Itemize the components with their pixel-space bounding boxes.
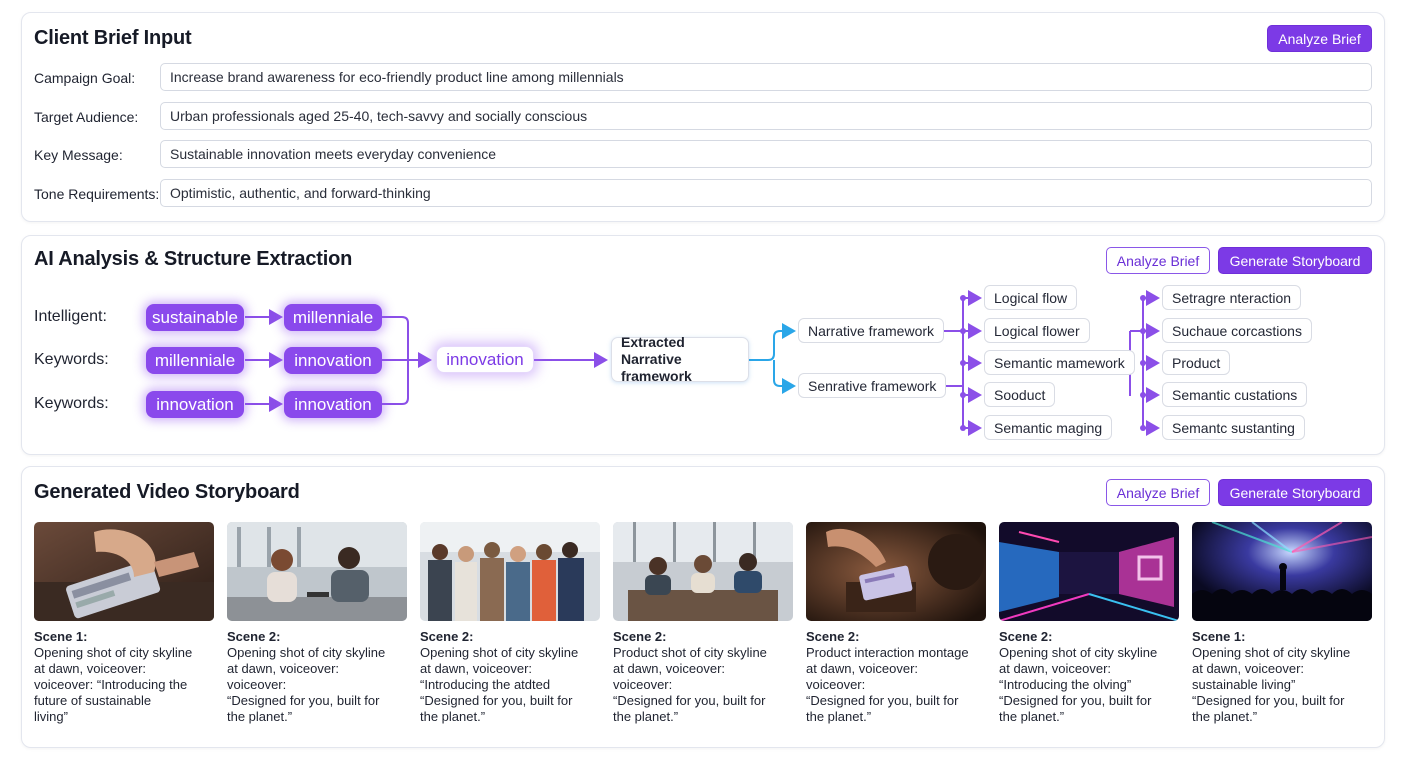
merged-keyword-pill[interactable]: innovation <box>436 346 534 373</box>
keywords-label: Keywords: <box>34 395 109 412</box>
tone-requirements-input[interactable]: Optimistic, authentic, and forward-think… <box>160 179 1372 207</box>
keywords-label: Keywords: <box>34 351 109 368</box>
keyword-pill[interactable]: innovation <box>284 347 382 374</box>
campaign-goal-input[interactable]: Increase brand awareness for eco-friendl… <box>160 63 1372 91</box>
scene-description-line: the planet.” <box>613 709 679 724</box>
tone-requirements-label: Tone Requirements: <box>34 186 160 202</box>
scene-description-line: at dawn, voiceover: <box>34 661 147 676</box>
scene-thumbnail-hand-product <box>34 522 214 621</box>
framework-node[interactable]: Narrative framework <box>798 318 945 343</box>
scene-description-line: at dawn, voiceover: <box>420 661 533 676</box>
scene-description-line: at dawn, voiceover: <box>1192 661 1305 676</box>
scene-description-line: the planet.” <box>806 709 872 724</box>
concept-node[interactable]: Sooduct <box>984 382 1056 407</box>
extracted-narrative-node[interactable]: Extracted Narrative framework <box>611 334 749 384</box>
generate-storyboard-button[interactable]: Generate Storyboard <box>1218 479 1372 506</box>
target-audience-input[interactable]: Urban professionals aged 25-40, tech-sav… <box>160 102 1372 130</box>
scene-description-line: “Designed for you, built for <box>1192 693 1345 708</box>
scene-title: Scene 2: <box>227 629 281 644</box>
scene-description-line: sustainable living” <box>1192 677 1296 692</box>
key-message-label: Key Message: <box>34 147 123 163</box>
target-audience-label: Target Audience: <box>34 109 139 125</box>
scene-thumbnail-office-meeting <box>613 522 793 621</box>
concept-node[interactable]: Semantic mamework <box>984 350 1135 375</box>
scene-description-line: the planet.” <box>999 709 1065 724</box>
scene-thumbnail-neon-stage <box>999 522 1179 621</box>
concept-node[interactable]: Setragre nteraction <box>1162 285 1302 310</box>
keyword-pill[interactable]: millenniale <box>284 304 382 331</box>
scene-description-line: at dawn, voiceover: <box>227 661 340 676</box>
scene-description-line: Opening shot of city skyline <box>420 645 579 660</box>
concept-node[interactable]: Logical flower <box>984 318 1090 343</box>
scene-description-line: “Designed for you, built for <box>420 693 573 708</box>
scene-description-line: “Introducing the atdted <box>420 677 551 692</box>
scene-title: Scene 2: <box>613 629 667 644</box>
scene-description-line: “Designed for you, built for <box>806 693 959 708</box>
scene-description-line: voiceover: “Introducing the <box>34 677 188 692</box>
scene-description-line: Opening shot of city skyline <box>1192 645 1351 660</box>
scene-description-line: Opening shot of city skyline <box>999 645 1158 660</box>
analyze-brief-button[interactable]: Analyze Brief <box>1106 479 1210 506</box>
scene-description-line: future of sustainable <box>34 693 152 708</box>
brief-title: Client Brief Input <box>34 27 192 49</box>
scene-description-line: voiceover: <box>806 677 866 692</box>
scene-description-line: voiceover: <box>227 677 287 692</box>
scene-description-line: Opening shot of city skyline <box>34 645 193 660</box>
scene-description-line: living” <box>34 709 68 724</box>
scene-title: Scene 2: <box>806 629 860 644</box>
key-message-input[interactable]: Sustainable innovation meets everyday co… <box>160 140 1372 168</box>
scene-description-line: at dawn, voiceover: <box>999 661 1112 676</box>
scene-card[interactable]: Scene 2: Opening shot of city skyline at… <box>999 522 1179 725</box>
scene-description-line: the planet.” <box>227 709 293 724</box>
scene-description-line: “Designed for you, built for <box>999 693 1152 708</box>
scene-description-line: the planet.” <box>1192 709 1258 724</box>
scene-description-line: “Designed for you, built for <box>227 693 380 708</box>
scene-title: Scene 2: <box>420 629 474 644</box>
concept-node[interactable]: Semantic maging <box>984 415 1113 440</box>
analyze-brief-button[interactable]: Analyze Brief <box>1267 25 1372 52</box>
scene-card[interactable]: Scene 1: Opening shot of city skyline at… <box>34 522 214 725</box>
storyboard-title: Generated Video Storyboard <box>34 481 300 503</box>
campaign-goal-label: Campaign Goal: <box>34 70 136 86</box>
scene-title: Scene 1: <box>34 629 88 644</box>
keyword-pill[interactable]: innovation <box>284 391 382 418</box>
scene-description-line: voiceover: <box>613 677 673 692</box>
scene-description-line: at dawn, voiceover: <box>613 661 726 676</box>
scene-card[interactable]: Scene 2: Opening shot of city skyline at… <box>420 522 600 725</box>
keyword-pill[interactable]: innovation <box>146 391 244 418</box>
scene-title: Scene 1: <box>1192 629 1246 644</box>
scene-thumbnail-concert-crowd <box>1192 522 1372 621</box>
intelligent-label: Intelligent: <box>34 308 107 325</box>
scene-card[interactable]: Scene 2: Product shot of city skyline at… <box>613 522 793 725</box>
scene-description-line: at dawn, voiceover: <box>806 661 919 676</box>
scene-description-line: the planet.” <box>420 709 486 724</box>
concept-node[interactable]: Suchaue corcastions <box>1162 318 1312 343</box>
keyword-pill[interactable]: sustainable <box>146 304 244 331</box>
concept-node[interactable]: Semantc sustanting <box>1162 415 1305 440</box>
scene-description-line: Product shot of city skyline <box>613 645 767 660</box>
scene-card[interactable]: Scene 2: Opening shot of city skyline at… <box>227 522 407 725</box>
scene-description-line: “Introducing the olving” <box>999 677 1132 692</box>
client-brief-panel: Client Brief Input Analyze Brief Campaig… <box>21 12 1385 222</box>
framework-node[interactable]: Senrative framework <box>798 373 947 398</box>
keyword-pill[interactable]: millenniale <box>146 347 244 374</box>
scene-thumbnail-conversation <box>227 522 407 621</box>
concept-node[interactable]: Logical flow <box>984 285 1078 310</box>
scene-title: Scene 2: <box>999 629 1053 644</box>
scene-description-line: “Designed for you, built for <box>613 693 766 708</box>
concept-node[interactable]: Semantic custations <box>1162 382 1308 407</box>
scene-card[interactable]: Scene 1: Opening shot of city skyline at… <box>1192 522 1372 725</box>
scene-thumbnail-group <box>420 522 600 621</box>
scene-thumbnail-product-interaction <box>806 522 986 621</box>
scene-card[interactable]: Scene 2: Product interaction montage at … <box>806 522 986 725</box>
storyboard-panel: Generated Video Storyboard Analyze Brief… <box>21 466 1385 748</box>
scene-description-line: Product interaction montage <box>806 645 969 660</box>
scene-description-line: Opening shot of city skyline <box>227 645 386 660</box>
concept-node[interactable]: Product <box>1162 350 1231 375</box>
ai-analysis-panel: AI Analysis & Structure Extraction Analy… <box>21 235 1385 455</box>
